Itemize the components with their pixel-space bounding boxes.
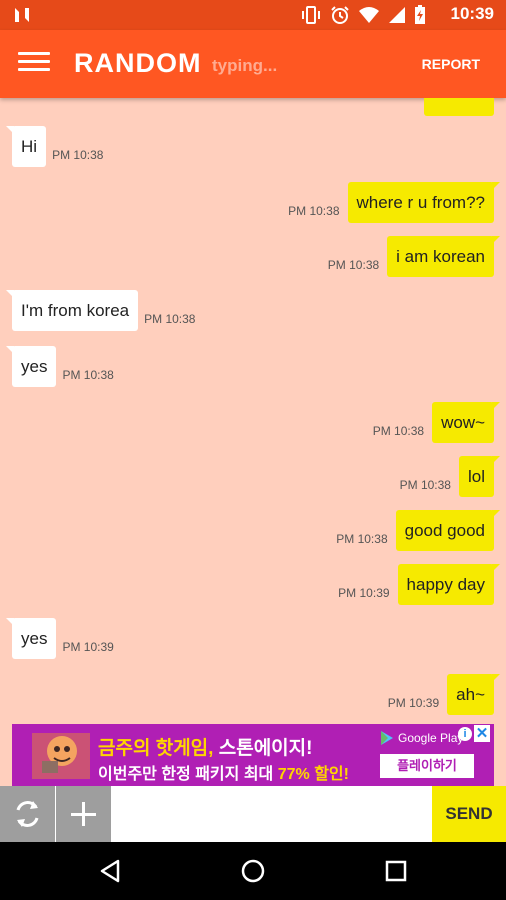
hamburger-icon-line xyxy=(18,60,50,63)
message-time: PM 10:39 xyxy=(387,696,440,710)
received-message: I'm from korea xyxy=(5,290,139,331)
ad-headline-part: 금주의 핫게임, xyxy=(98,738,214,759)
message-time: PM 10:38 xyxy=(52,148,104,162)
status-icons xyxy=(300,5,426,25)
message-time: PM 10:38 xyxy=(399,478,451,492)
message-time: PM 10:38 xyxy=(288,204,340,218)
status-bar: 10:39 xyxy=(0,0,506,30)
message-time: PM 10:39 xyxy=(338,586,390,600)
sent-message: i am korean xyxy=(387,236,500,277)
ad-info-icon[interactable]: i xyxy=(458,727,472,741)
chat-area[interactable]: Hi PM 10:38 PM 10:38 where r u from?? PM… xyxy=(0,98,506,724)
sent-message: happy day xyxy=(397,564,501,605)
message-row: PM 10:39 ah~ xyxy=(382,674,500,715)
plus-icon xyxy=(71,802,96,826)
message-time: PM 10:38 xyxy=(327,258,380,272)
back-icon[interactable] xyxy=(96,856,126,886)
menu-button[interactable] xyxy=(18,52,50,76)
typing-indicator: typing... xyxy=(212,56,278,75)
ad-banner[interactable]: 금주의 핫게임, 스톤에이지! 이번주만 한정 패키지 최대 77% 할인! G… xyxy=(12,724,494,786)
app-title: RANDOM xyxy=(74,48,202,78)
ad-close-icon[interactable]: ✕ xyxy=(474,725,490,742)
message-row: yes PM 10:38 xyxy=(5,346,122,387)
recents-icon[interactable] xyxy=(381,856,411,886)
sent-message: lol xyxy=(458,456,501,497)
message-row: PM 10:38 wow~ xyxy=(367,402,500,443)
home-icon[interactable] xyxy=(238,856,268,886)
battery-charging-icon xyxy=(415,5,425,24)
send-button[interactable]: SEND xyxy=(432,786,506,842)
game-character-image xyxy=(32,733,90,779)
sent-message: wow~ xyxy=(432,402,500,443)
hamburger-icon-line xyxy=(18,68,50,71)
message-composer: SEND xyxy=(0,786,506,842)
message-row: PM 10:38 lol xyxy=(394,456,501,497)
sent-message: where r u from?? xyxy=(347,182,500,223)
message-row: yes PM 10:39 xyxy=(5,618,122,659)
vibrate-icon xyxy=(302,6,320,24)
message-time: PM 10:38 xyxy=(144,312,196,326)
message-row: PM 10:38 good good xyxy=(330,510,501,551)
ad-headline: 금주의 핫게임, 스톤에이지! xyxy=(98,733,312,760)
message-time: PM 10:39 xyxy=(62,640,114,654)
received-message: yes xyxy=(5,346,57,387)
message-time: PM 10:38 xyxy=(372,424,425,438)
alarm-icon xyxy=(331,6,349,24)
google-play-badge: Google Play xyxy=(380,730,463,746)
refresh-partner-button[interactable] xyxy=(0,786,55,842)
ad-play-button[interactable]: 플레이하기 xyxy=(380,754,474,778)
sent-message: good good xyxy=(395,510,501,551)
navigation-bar xyxy=(0,842,506,900)
partial-message-bubble xyxy=(424,98,494,116)
received-message: yes xyxy=(5,618,57,659)
sent-message: ah~ xyxy=(447,674,500,715)
app-bar: RANDOM typing... REPORT xyxy=(0,30,506,98)
signal-icon xyxy=(389,7,405,23)
google-play-label: Google Play xyxy=(398,731,464,745)
ad-subline: 이번주만 한정 패키지 최대 77% 할인! xyxy=(98,760,349,784)
clock: 10:39 xyxy=(450,4,494,23)
attach-button[interactable] xyxy=(56,786,111,842)
n-logo-icon xyxy=(15,8,29,22)
message-row: PM 10:39 happy day xyxy=(332,564,501,605)
message-row: I'm from korea PM 10:38 xyxy=(5,290,203,331)
google-play-icon xyxy=(381,731,393,745)
message-row: Hi PM 10:38 xyxy=(5,126,111,167)
received-message: Hi xyxy=(5,126,47,167)
hamburger-icon-line xyxy=(18,52,50,55)
message-row: PM 10:38 where r u from?? xyxy=(282,182,500,223)
message-time: PM 10:38 xyxy=(62,368,114,382)
ad-headline-part: 스톤에이지! xyxy=(218,738,313,759)
message-input[interactable] xyxy=(112,786,432,842)
ad-subline-part: 이번주만 한정 패키지 최대 xyxy=(98,766,274,783)
refresh-icon xyxy=(16,801,39,827)
ad-subline-part: 77% 할인! xyxy=(277,766,349,783)
message-time: PM 10:38 xyxy=(336,532,388,546)
report-button[interactable]: REPORT xyxy=(422,56,480,72)
message-row: PM 10:38 i am korean xyxy=(322,236,500,277)
wifi-icon xyxy=(359,7,379,23)
